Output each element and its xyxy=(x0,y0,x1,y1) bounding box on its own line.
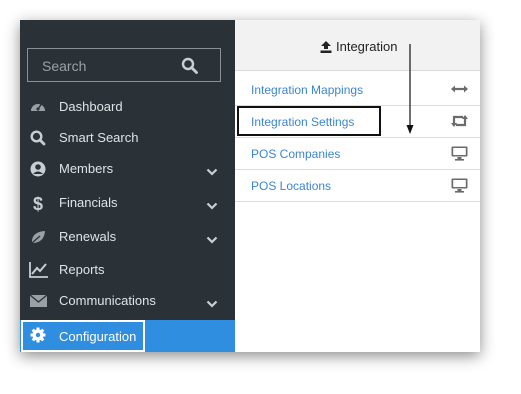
list-item-label[interactable]: POS Companies xyxy=(251,147,340,161)
envelope-icon xyxy=(29,292,48,310)
sidebar-item-communications[interactable]: Communications xyxy=(20,286,235,316)
chevron-down-icon[interactable] xyxy=(206,232,218,247)
chevron-down-icon[interactable] xyxy=(206,164,218,179)
sidebar-item-configuration[interactable]: Configuration xyxy=(20,320,235,352)
dollar-icon: $ xyxy=(29,194,47,214)
sidebar-item-label: Reports xyxy=(59,262,105,277)
sidebar-item-label: Configuration xyxy=(59,329,137,344)
integration-panel: Integration Integration Mappings Integra… xyxy=(235,20,480,352)
search-icon[interactable] xyxy=(181,57,198,79)
gear-icon xyxy=(29,326,47,344)
sidebar-item-renewals[interactable]: Renewals xyxy=(20,222,235,252)
search-placeholder: Search xyxy=(42,58,87,74)
panel-title-text: Integration xyxy=(336,39,398,54)
sidebar-item-label: Financials xyxy=(59,195,118,210)
retweet-icon xyxy=(451,114,468,133)
integration-settings-highlight-box xyxy=(237,106,381,136)
page-title: Integration xyxy=(320,39,397,56)
desktop-icon xyxy=(451,146,468,166)
app-frame: Search Dashboard Smart Search Members $ … xyxy=(20,20,480,352)
panel-header: Integration xyxy=(235,20,480,71)
sidebar-item-label: Smart Search xyxy=(59,130,139,145)
sidebar: Search Dashboard Smart Search Members $ … xyxy=(20,20,235,352)
leaf-icon xyxy=(29,228,47,246)
sidebar-item-label: Renewals xyxy=(59,229,117,244)
line-chart-icon xyxy=(29,261,48,279)
chevron-down-icon[interactable] xyxy=(206,296,218,311)
svg-text:$: $ xyxy=(33,194,43,212)
dashboard-icon xyxy=(29,98,47,116)
user-circle-icon xyxy=(29,160,47,178)
annotation-arrow xyxy=(405,44,415,139)
search-input[interactable]: Search xyxy=(27,48,221,82)
sidebar-item-reports[interactable]: Reports xyxy=(20,255,235,285)
sidebar-item-members[interactable]: Members xyxy=(20,154,235,184)
sidebar-item-dashboard[interactable]: Dashboard xyxy=(20,92,235,122)
sidebar-item-financials[interactable]: $ Financials xyxy=(20,188,235,218)
upload-icon xyxy=(320,41,332,56)
chevron-down-icon[interactable] xyxy=(206,198,218,213)
list-item-pos-locations[interactable]: POS Locations xyxy=(235,170,480,202)
arrows-horizontal-icon xyxy=(451,82,468,101)
search-icon xyxy=(29,129,47,147)
sidebar-item-label: Dashboard xyxy=(59,99,123,114)
list-item-label[interactable]: Integration Mappings xyxy=(251,83,363,97)
list-item-label[interactable]: POS Locations xyxy=(251,179,331,193)
sidebar-item-label: Communications xyxy=(59,293,156,308)
list-item-pos-companies[interactable]: POS Companies xyxy=(235,138,480,170)
sidebar-item-smart-search[interactable]: Smart Search xyxy=(20,123,235,153)
list-item-integration-mappings[interactable]: Integration Mappings xyxy=(235,74,480,106)
desktop-icon xyxy=(451,178,468,198)
sidebar-item-label: Members xyxy=(59,161,114,176)
